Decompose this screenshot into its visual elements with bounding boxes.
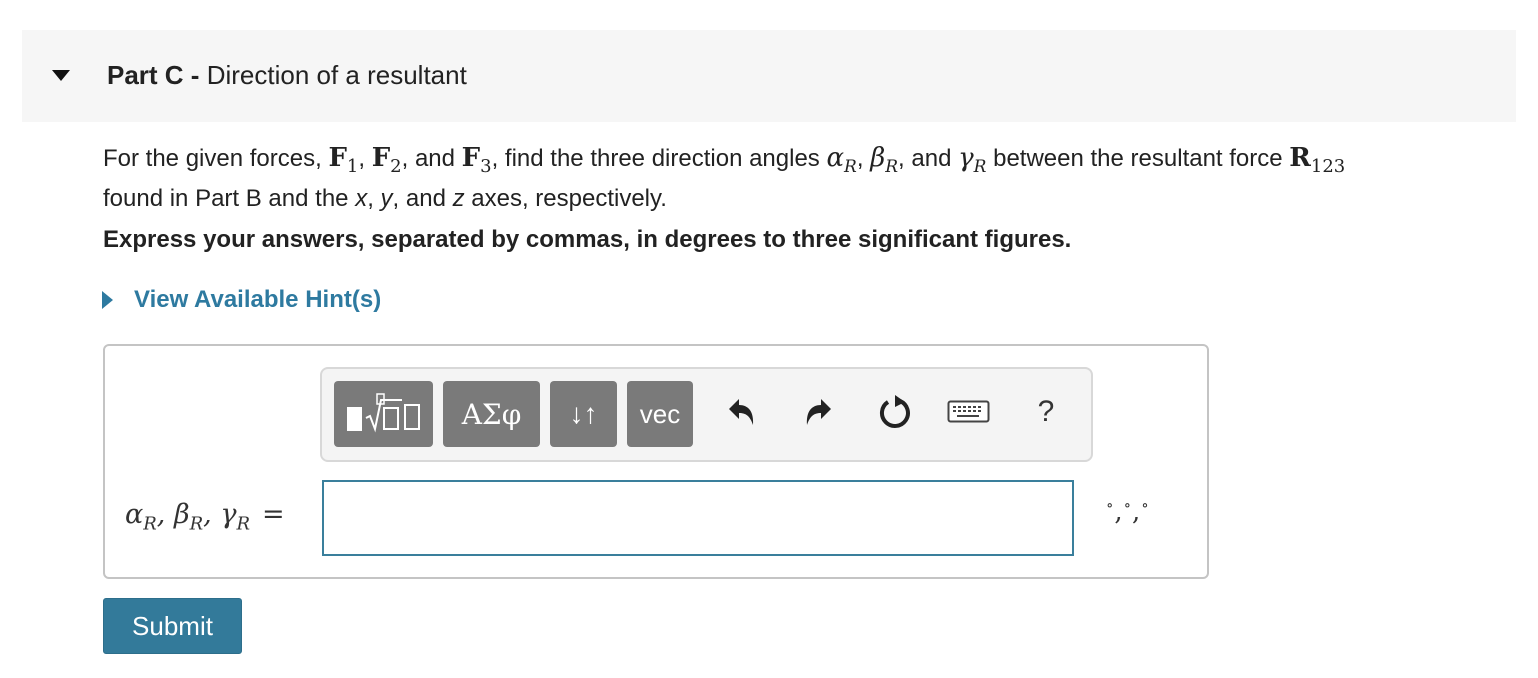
q-text-7: , and (392, 185, 453, 213)
resultant-sub: 123 (1310, 156, 1346, 178)
answer-label: αR, βR, γR = (125, 499, 285, 534)
unit-comma-2: , (1131, 497, 1142, 527)
axis-y: y (380, 185, 393, 213)
collapse-caret-icon[interactable] (52, 70, 70, 81)
undo-button[interactable] (718, 389, 764, 435)
gamma-r: γR (958, 143, 986, 177)
force-f3: F3 (461, 143, 492, 177)
resultant-r123: R123 (1289, 143, 1345, 177)
q-text-4: between the resultant force (986, 145, 1290, 172)
hint-caret-icon (102, 291, 113, 309)
keyboard-icon (947, 400, 990, 423)
force-f2-sub: 2 (390, 156, 402, 178)
arrows-button[interactable]: ↓↑ (550, 381, 617, 447)
vector-button[interactable]: vec (627, 381, 693, 447)
view-hints-link[interactable]: View Available Hint(s) (102, 286, 381, 314)
templates-button[interactable] (334, 381, 433, 447)
answer-gamma-sub: R (236, 513, 251, 535)
force-f3-symbol: F (461, 143, 481, 173)
unit-deg-2: ∘ (1123, 496, 1132, 514)
q-comma-2: , (856, 145, 871, 172)
answer-beta: β (173, 499, 190, 530)
answer-beta-sub: R (189, 513, 204, 535)
q-text-2: , find the three direction angles (491, 145, 827, 172)
answer-sep-1: , (156, 499, 174, 530)
units-label: ∘,∘,∘ (1106, 496, 1150, 527)
redo-button[interactable] (796, 389, 842, 435)
part-title: Part C - Direction of a resultant (107, 60, 467, 91)
q-and-1: , and (401, 145, 462, 172)
beta-r: βR (870, 143, 898, 177)
redo-icon (806, 399, 831, 425)
beta-symbol: β (870, 143, 886, 173)
q-text-3: , and (898, 145, 959, 172)
instruction-text: Express your answers, separated by comma… (103, 226, 1072, 253)
answer-gamma: γ (220, 499, 237, 530)
unit-deg-3: ∘ (1141, 496, 1150, 514)
q-text-5: found in Part B and the (103, 185, 356, 213)
alpha-symbol: α (826, 143, 845, 173)
force-f2-symbol: F (371, 143, 391, 173)
help-button[interactable]: ? (1023, 389, 1069, 435)
axis-x: x (355, 185, 368, 213)
reset-button[interactable] (872, 389, 918, 435)
part-label: Part C (107, 60, 184, 90)
q-text-8: axes, respectively. (464, 185, 667, 213)
answer-input[interactable] (322, 480, 1074, 556)
q-text-6: , (367, 185, 381, 213)
templates-icon (346, 393, 420, 433)
q-text-1: For the given forces, (103, 145, 329, 172)
hint-label[interactable]: View Available Hint(s) (134, 286, 381, 314)
force-f1-symbol: F (328, 143, 347, 173)
keyboard-button[interactable] (946, 389, 992, 435)
part-title-text: Direction of a resultant (206, 60, 467, 90)
answer-equals: = (262, 499, 285, 530)
gamma-symbol: γ (958, 143, 974, 173)
beta-sub: R (885, 157, 899, 178)
force-f1-sub: 1 (346, 156, 359, 178)
q-comma-1: , (358, 145, 372, 172)
undo-icon (729, 399, 754, 425)
answer-alpha-sub: R (143, 513, 157, 535)
reset-icon (880, 395, 910, 428)
resultant-symbol: R (1289, 143, 1311, 173)
force-f1: F1 (328, 143, 358, 177)
unit-comma-1: , (1114, 497, 1124, 527)
alpha-r: αR (826, 143, 856, 177)
force-f3-sub: 3 (480, 156, 492, 178)
part-separator: - (183, 60, 207, 90)
question-text: For the given forces, F1, F2, and F3, fi… (103, 143, 1523, 214)
gamma-sub: R (973, 157, 987, 178)
submit-button[interactable]: Submit (103, 598, 242, 654)
force-f2: F2 (371, 143, 402, 177)
answer-alpha: α (125, 499, 144, 530)
answer-sep-2: , (203, 499, 221, 530)
greek-symbols-button[interactable]: ΑΣφ (443, 381, 540, 447)
alpha-sub: R (844, 157, 857, 178)
axis-z: z (452, 185, 465, 213)
